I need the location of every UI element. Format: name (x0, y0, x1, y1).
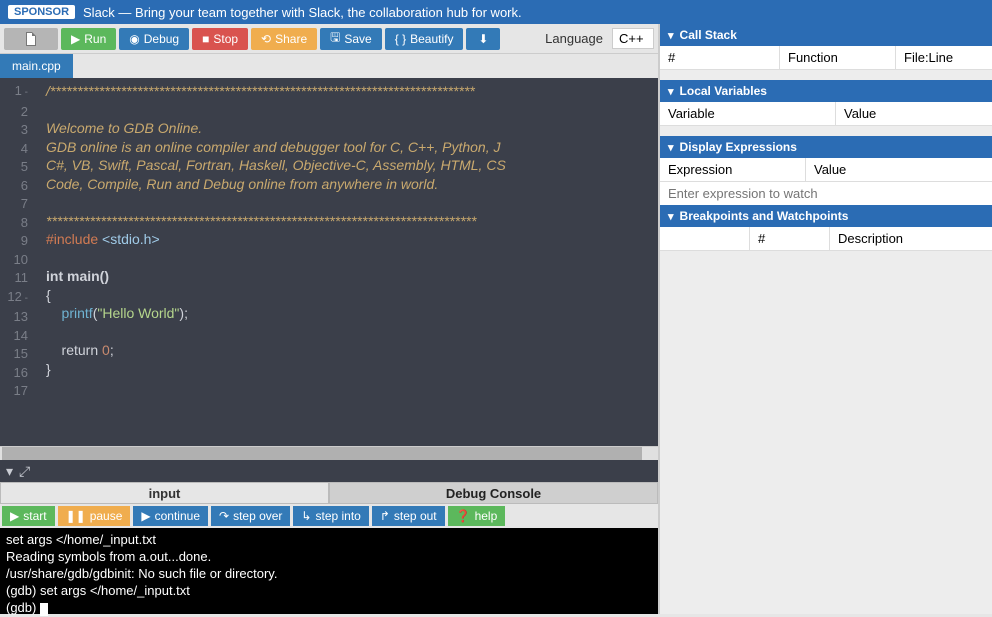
pause-button[interactable]: ❚❚pause (58, 506, 131, 526)
step-over-icon: ↷ (219, 509, 229, 523)
step-over-button[interactable]: ↷step over (211, 506, 290, 526)
new-file-button[interactable] (4, 28, 58, 50)
help-button[interactable]: ❓help (448, 506, 506, 526)
sponsor-banner[interactable]: SPONSOR Slack — Bring your team together… (0, 0, 992, 24)
io-tabs: input Debug Console (0, 482, 658, 504)
code-area[interactable]: /***************************************… (36, 78, 506, 446)
chevron-down-icon: ▾ (668, 210, 674, 223)
collapse-icon[interactable]: ▾ (6, 463, 13, 480)
tab-main-cpp[interactable]: main.cpp (0, 54, 73, 78)
sponsor-text: Slack — Bring your team together with Sl… (83, 5, 522, 20)
chevron-down-icon: ▾ (668, 29, 674, 42)
download-icon: ⬇ (478, 32, 488, 46)
locals-headers: Variable Value (660, 102, 992, 126)
play-icon: ▶ (71, 32, 80, 46)
beautify-button[interactable]: { }Beautify (385, 28, 464, 50)
call-stack-headers: # Function File:Line (660, 46, 992, 70)
expression-input[interactable] (660, 182, 992, 205)
expressions-headers: Expression Value (660, 158, 992, 182)
step-out-button[interactable]: ↱step out (372, 506, 445, 526)
cursor (40, 603, 48, 616)
tab-input[interactable]: input (0, 482, 329, 504)
panel-breakpoints[interactable]: ▾Breakpoints and Watchpoints (660, 205, 992, 227)
chevron-down-icon: ▾ (668, 85, 674, 98)
main-toolbar: ▶Run ◉Debug ■Stop ⟲Share 🖫Save { }Beauti… (0, 24, 658, 54)
debug-button[interactable]: ◉Debug (119, 28, 189, 50)
code-editor[interactable]: 1 -23456789101112 -1314151617 /*********… (0, 78, 658, 446)
continue-button[interactable]: ▶continue (133, 506, 208, 526)
help-icon: ❓ (456, 509, 471, 523)
chevron-down-icon: ▾ (668, 141, 674, 154)
step-out-icon: ↱ (380, 509, 390, 523)
share-button[interactable]: ⟲Share (251, 28, 317, 50)
pause-icon: ❚❚ (66, 509, 86, 523)
breakpoints-headers: # Description (660, 227, 992, 251)
sponsor-badge: SPONSOR (8, 5, 75, 19)
play-icon: ▶ (10, 509, 19, 523)
debug-console[interactable]: set args </home/_input.txt Reading symbo… (0, 528, 658, 614)
file-tabs: main.cpp (0, 54, 658, 78)
save-button[interactable]: 🖫Save (320, 28, 382, 50)
step-into-icon: ↳ (301, 509, 311, 523)
stop-icon: ■ (202, 32, 209, 46)
clock-icon: ◉ (129, 32, 139, 46)
file-icon (25, 32, 37, 46)
stop-button[interactable]: ■Stop (192, 28, 248, 50)
editor-scrollbar[interactable] (0, 446, 658, 460)
play-icon: ▶ (141, 509, 150, 523)
expand-icon[interactable]: ⤢ (19, 463, 30, 480)
bottom-controls: ▾ ⤢ (0, 460, 658, 482)
braces-icon: { } (395, 32, 406, 46)
save-icon: 🖫 (330, 28, 340, 49)
language-select[interactable]: C++ (612, 28, 654, 49)
panel-call-stack[interactable]: ▾Call Stack (660, 24, 992, 46)
download-button[interactable]: ⬇ (466, 28, 500, 50)
run-button[interactable]: ▶Run (61, 28, 116, 50)
share-icon: ⟲ (261, 32, 271, 46)
tab-debug-console[interactable]: Debug Console (329, 482, 658, 504)
language-label: Language (545, 31, 609, 46)
step-into-button[interactable]: ↳step into (293, 506, 368, 526)
panel-display-expressions[interactable]: ▾Display Expressions (660, 136, 992, 158)
start-button[interactable]: ▶start (2, 506, 55, 526)
panel-local-variables[interactable]: ▾Local Variables (660, 80, 992, 102)
debug-toolbar: ▶start ❚❚pause ▶continue ↷step over ↳ste… (0, 504, 658, 528)
line-gutter: 1 -23456789101112 -1314151617 (0, 78, 36, 446)
